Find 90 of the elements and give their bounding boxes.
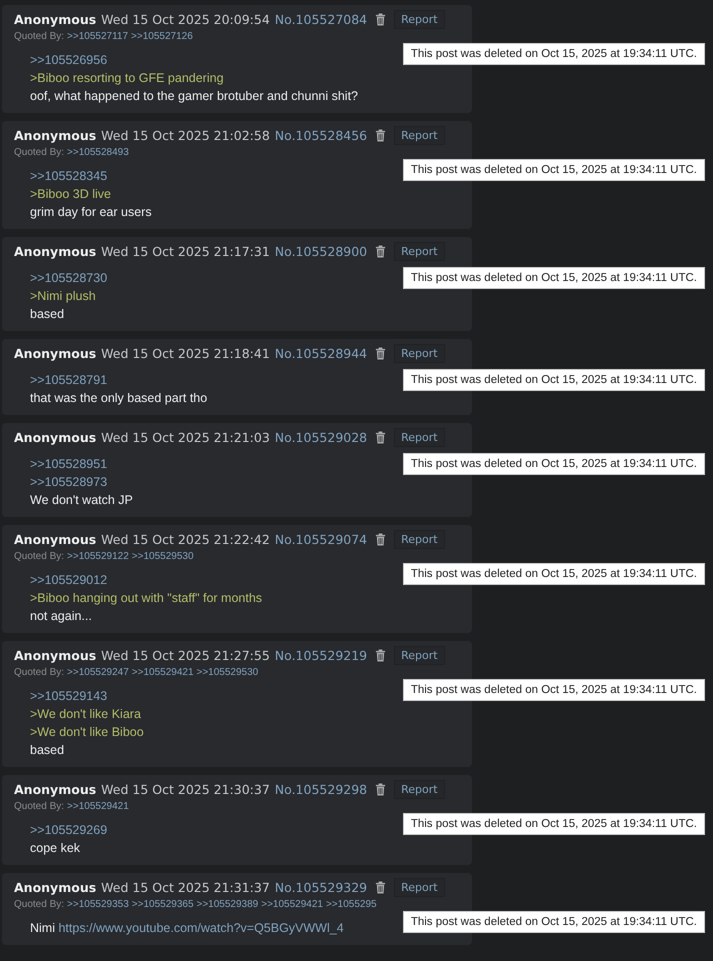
quote-link[interactable]: >>105528345 [30,169,108,183]
poster-name: Anonymous [14,648,96,662]
backlink[interactable]: >>105529530 [196,666,258,678]
quoted-by-label: Quoted By: [14,30,64,42]
post-number-link[interactable]: No.105528900 [274,244,368,258]
quoted-by-label: Quoted By: [14,550,64,562]
post-number-link[interactable]: No.105528456 [274,128,368,142]
post-date: Wed 15 Oct 2025 21:18:41 [101,346,270,360]
report-button[interactable]: Report [394,10,445,28]
report-button[interactable]: Report [394,530,445,548]
report-button[interactable]: Report [394,242,445,260]
backlink[interactable]: >>105529122 [67,550,129,562]
greentext-line: >We don't like Biboo [30,724,145,741]
backlink[interactable]: >>1055295 [326,898,377,910]
backlink[interactable]: >>105529247 [67,666,129,678]
backlink[interactable]: >>105529389 [196,898,258,910]
post-text: based [30,742,66,759]
quote-link[interactable]: >>105529143 [30,689,108,703]
post-number-link[interactable]: No.105529329 [274,880,368,894]
poster-name: Anonymous [14,782,96,796]
post-number-link[interactable]: No.105529219 [274,648,368,662]
report-button[interactable]: Report [394,126,445,144]
backlink[interactable]: >>105528493 [67,146,129,158]
deleted-tooltip: This post was deleted on Oct 15, 2025 at 19:34:11 UTC. [402,267,705,289]
post-date: Wed 15 Oct 2025 20:09:54 [101,12,270,26]
report-button[interactable]: Report [394,428,445,446]
poster-name: Anonymous [14,346,96,360]
deleted-tooltip: This post was deleted on Oct 15, 2025 at 19:34:11 UTC. [402,911,705,933]
deleted-tooltip: This post was deleted on Oct 15, 2025 at 19:34:11 UTC. [402,679,705,701]
poster-name: Anonymous [14,880,96,894]
greentext-line: >Biboo resorting to GFE pandering [30,70,225,87]
report-button[interactable]: Report [394,780,445,798]
post-number-link[interactable]: No.105529028 [274,430,368,444]
post-date: Wed 15 Oct 2025 21:17:31 [101,244,270,258]
greentext-line: >Biboo hanging out with "staff" for months [30,590,264,607]
post-text: Nimi [30,921,55,935]
poster-name: Anonymous [14,244,96,258]
post-date: Wed 15 Oct 2025 21:30:37 [101,782,270,796]
deleted-tooltip: This post was deleted on Oct 15, 2025 at 19:34:11 UTC. [402,369,705,391]
backlink[interactable]: >>105529421 [261,898,323,910]
deleted-tooltip: This post was deleted on Oct 15, 2025 at 19:34:11 UTC. [402,43,705,65]
quoted-by-label: Quoted By: [14,146,64,158]
quote-link[interactable]: >>105528951 [30,457,108,471]
post-date: Wed 15 Oct 2025 21:27:55 [101,648,270,662]
post-date: Wed 15 Oct 2025 21:02:58 [101,128,270,142]
backlink[interactable]: >>105529421 [67,800,129,812]
post-number-link[interactable]: No.105529298 [274,782,368,796]
backlink[interactable]: >>105527126 [131,30,193,42]
report-button[interactable]: Report [394,344,445,362]
post-text: based [30,306,66,323]
post-date: Wed 15 Oct 2025 21:22:42 [101,532,270,546]
report-button[interactable]: Report [394,646,445,664]
backlink[interactable]: >>105529421 [132,666,194,678]
deleted-tooltip: This post was deleted on Oct 15, 2025 at 19:34:11 UTC. [402,813,705,835]
post-number-link[interactable]: No.105529074 [274,532,368,546]
poster-name: Anonymous [14,128,96,142]
post-number-link[interactable]: No.105528944 [274,346,368,360]
backlink[interactable]: >>105529365 [132,898,194,910]
deleted-tooltip: This post was deleted on Oct 15, 2025 at 19:34:11 UTC. [402,159,705,181]
post-date: Wed 15 Oct 2025 21:21:03 [101,430,270,444]
greentext-line: >Biboo 3D live [30,186,112,203]
deleted-tooltip: This post was deleted on Oct 15, 2025 at 19:34:11 UTC. [402,563,705,585]
greentext-line: >Nimi plush [30,288,97,305]
url-link[interactable]: https://www.youtube.com/watch?v=Q5BGyVWWl_4 [58,921,344,935]
quote-link[interactable]: >>105528973 [30,475,108,489]
quoted-by-label: Quoted By: [14,898,64,910]
post-number-link[interactable]: No.105527084 [274,12,368,26]
quote-link[interactable]: >>105528730 [30,271,108,285]
post-text: cope kek [30,840,82,857]
quote-link[interactable]: >>105528791 [30,373,108,387]
backlink[interactable]: >>105527117 [67,30,128,42]
backlink[interactable]: >>105529530 [132,550,194,562]
backlink[interactable]: >>105529353 [67,898,129,910]
quote-link[interactable]: >>105529269 [30,823,108,837]
post-text: grim day for ear users [30,204,153,221]
quote-link[interactable]: >>105529012 [30,573,108,587]
post-date: Wed 15 Oct 2025 21:31:37 [101,880,270,894]
poster-name: Anonymous [14,430,96,444]
post-text: that was the only based part tho [30,390,208,407]
post-text: We don't watch JP [30,492,134,509]
poster-name: Anonymous [14,12,96,26]
report-button[interactable]: Report [394,878,445,896]
post-text: not again... [30,608,93,625]
post-text: oof, what happened to the gamer brotuber and chunni shit? [30,88,360,105]
deleted-tooltip: This post was deleted on Oct 15, 2025 at 19:34:11 UTC. [402,453,705,475]
quoted-by-label: Quoted By: [14,800,64,812]
poster-name: Anonymous [14,532,96,546]
quote-link[interactable]: >>105526956 [30,53,108,67]
quoted-by-label: Quoted By: [14,666,64,678]
greentext-line: >We don't like Kiara [30,706,142,723]
